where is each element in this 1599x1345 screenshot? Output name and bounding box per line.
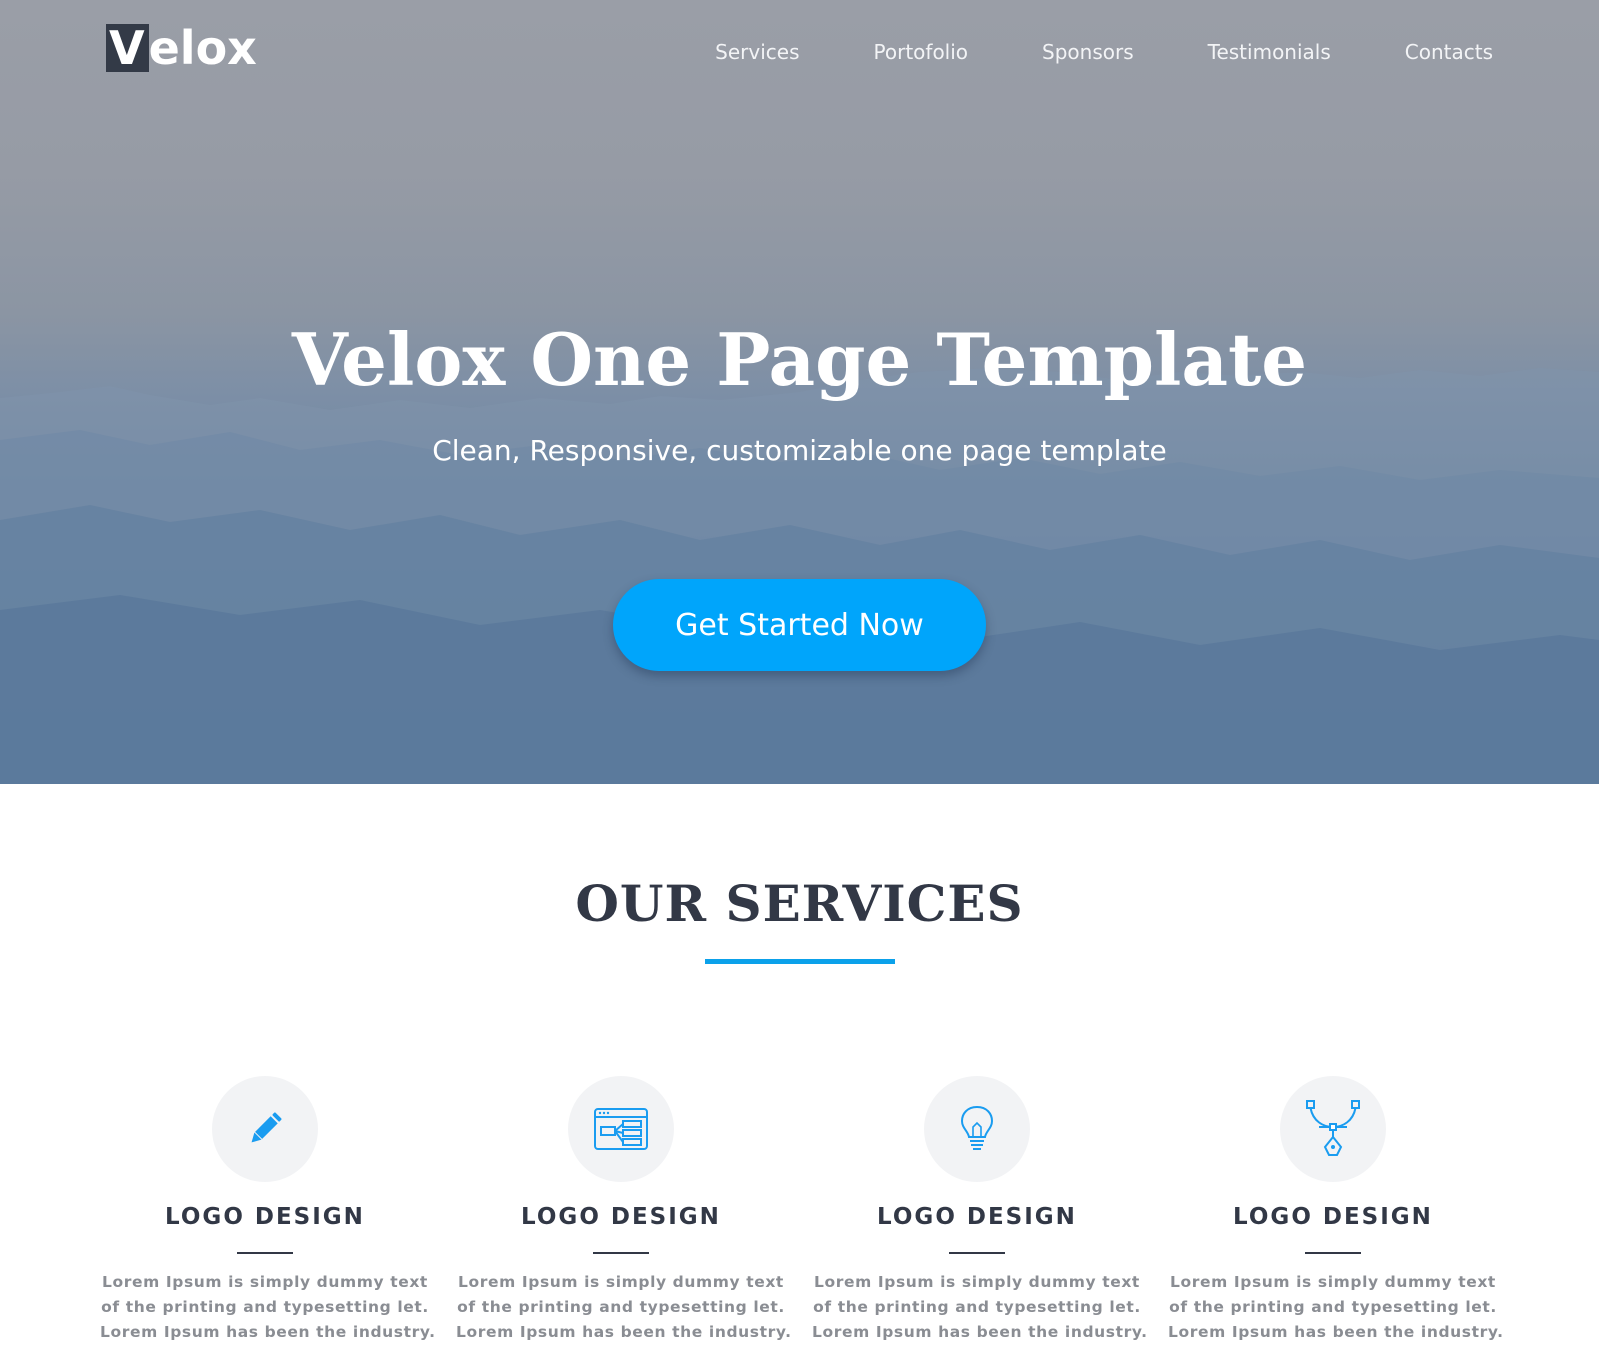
description-line: of the printing and typesetting let. — [457, 1298, 785, 1316]
bezier-pen-icon — [1306, 1100, 1360, 1156]
service-card-description: Lorem Ipsum is simply dummy text of the … — [100, 1270, 436, 1345]
main-nav: Services Portofolio Sponsors Testimonial… — [641, 38, 1493, 66]
service-card-title: LOGO DESIGN — [877, 1204, 1077, 1230]
services-cards: LOGO DESIGN Lorem Ipsum is simply dummy … — [0, 1076, 1599, 1341]
service-card-description: Lorem Ipsum is simply dummy text of the … — [1168, 1270, 1504, 1345]
sitemap-window-icon — [594, 1108, 648, 1150]
description-line: Lorem Ipsum is simply dummy text — [102, 1273, 428, 1291]
logo-initial: V — [106, 24, 149, 72]
service-card-divider — [593, 1252, 649, 1254]
service-card-divider — [1305, 1252, 1361, 1254]
description-line: Lorem Ipsum has been the industry. — [1168, 1323, 1504, 1341]
service-card-divider — [237, 1252, 293, 1254]
service-card-title: LOGO DESIGN — [165, 1204, 365, 1230]
service-icon-circle — [212, 1076, 318, 1182]
description-line: of the printing and typesetting let. — [813, 1298, 1141, 1316]
services-heading: OUR SERVICES — [575, 874, 1024, 933]
nav-link-testimonials[interactable]: Testimonials — [1208, 38, 1331, 66]
description-line: Lorem Ipsum is simply dummy text — [814, 1273, 1140, 1291]
service-card: LOGO DESIGN Lorem Ipsum is simply dummy … — [100, 1076, 436, 1345]
description-line: Lorem Ipsum has been the industry. — [100, 1323, 436, 1341]
nav-link-portofolio[interactable]: Portofolio — [874, 38, 969, 66]
service-card-title: LOGO DESIGN — [521, 1204, 721, 1230]
get-started-button[interactable]: Get Started Now — [613, 579, 986, 671]
hero-subtitle: Clean, Responsive, customizable one page… — [432, 434, 1167, 467]
lightbulb-icon — [960, 1105, 994, 1150]
service-icon-circle — [924, 1076, 1030, 1182]
logo-wordmark: elox — [148, 21, 257, 75]
service-icon-circle — [1280, 1076, 1386, 1182]
service-card-description: Lorem Ipsum is simply dummy text of the … — [456, 1270, 792, 1345]
description-line: of the printing and typesetting let. — [101, 1298, 429, 1316]
hero-section: V elox Services Portofolio Sponsors Test… — [0, 0, 1599, 784]
nav-link-services[interactable]: Services — [715, 38, 799, 66]
services-heading-underline — [705, 959, 895, 964]
description-line: Lorem Ipsum has been the industry. — [456, 1323, 792, 1341]
service-card-title: LOGO DESIGN — [1233, 1204, 1433, 1230]
service-card-divider — [949, 1252, 1005, 1254]
nav-link-sponsors[interactable]: Sponsors — [1042, 38, 1134, 66]
description-line: of the printing and typesetting let. — [1169, 1298, 1497, 1316]
description-line: Lorem Ipsum is simply dummy text — [1170, 1273, 1496, 1291]
service-card: LOGO DESIGN Lorem Ipsum is simply dummy … — [456, 1076, 792, 1345]
service-card: LOGO DESIGN Lorem Ipsum is simply dummy … — [812, 1076, 1148, 1345]
description-line: Lorem Ipsum is simply dummy text — [458, 1273, 784, 1291]
pencil-icon — [251, 1112, 282, 1143]
service-card: LOGO DESIGN Lorem Ipsum is simply dummy … — [1168, 1076, 1504, 1345]
nav-link-contacts[interactable]: Contacts — [1405, 38, 1493, 66]
description-line: Lorem Ipsum has been the industry. — [812, 1323, 1148, 1341]
service-icon-circle — [568, 1076, 674, 1182]
hero-title: Velox One Page Template — [291, 317, 1308, 402]
service-card-description: Lorem Ipsum is simply dummy text of the … — [812, 1270, 1148, 1345]
site-logo[interactable]: V elox — [106, 22, 257, 74]
